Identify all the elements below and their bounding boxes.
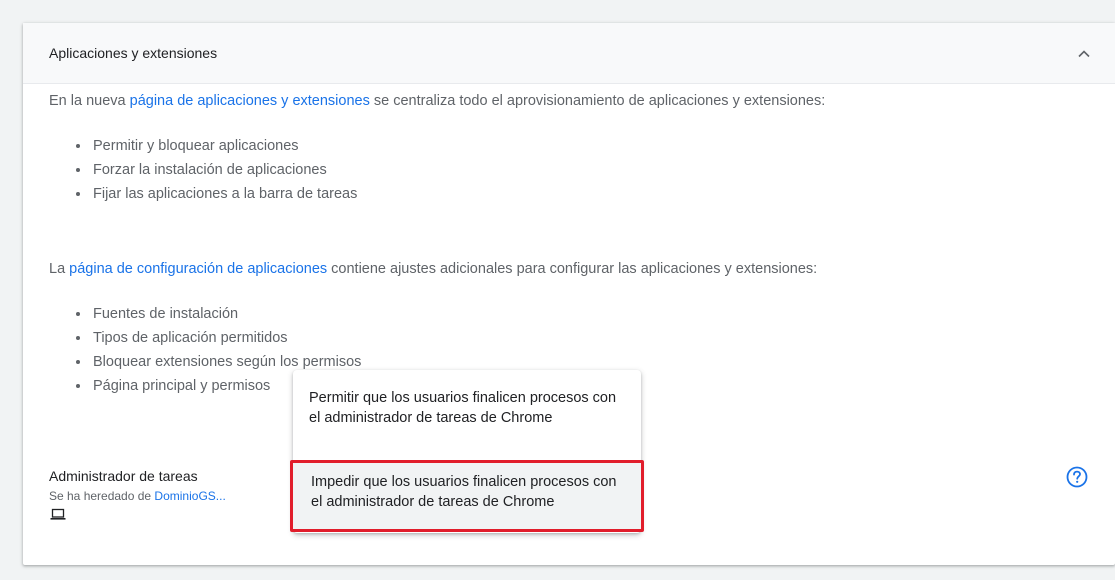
task-manager-dropdown-menu: Permitir que los usuarios finalicen proc…: [290, 370, 644, 533]
list-item: Tipos de aplicación permitidos: [91, 326, 361, 350]
intro-paragraph-1: En la nueva página de aplicaciones y ext…: [49, 93, 826, 109]
list-item: Fijar las aplicaciones a la barra de tar…: [91, 182, 357, 206]
laptop-icon: [50, 508, 66, 520]
list-item: Permitir y bloquear aplicaciones: [91, 134, 357, 158]
card-header[interactable]: Aplicaciones y extensiones: [23, 23, 1115, 84]
dropdown-option-allow[interactable]: Permitir que los usuarios finalicen proc…: [293, 388, 641, 428]
inherited-domain-link[interactable]: DominioGS...: [154, 489, 225, 503]
dropdown-option-block[interactable]: Impedir que los usuarios finalicen proce…: [290, 460, 644, 532]
intro-paragraph-2: La página de configuración de aplicacion…: [49, 261, 818, 277]
help-circle-icon[interactable]: [1066, 466, 1088, 488]
chevron-up-icon[interactable]: [1075, 45, 1093, 63]
inherited-from: Se ha heredado de DominioGS...: [49, 489, 226, 503]
apps-settings-page-link[interactable]: página de configuración de aplicaciones: [69, 261, 327, 277]
provisioning-list: Permitir y bloquear aplicaciones Forzar …: [73, 134, 357, 206]
list-item: Forzar la instalación de aplicaciones: [91, 158, 357, 182]
list-item: Fuentes de instalación: [91, 302, 361, 326]
section-title: Aplicaciones y extensiones: [49, 45, 218, 61]
setting-name: Administrador de tareas: [49, 468, 198, 484]
apps-extensions-page-link[interactable]: página de aplicaciones y extensiones: [130, 93, 370, 109]
